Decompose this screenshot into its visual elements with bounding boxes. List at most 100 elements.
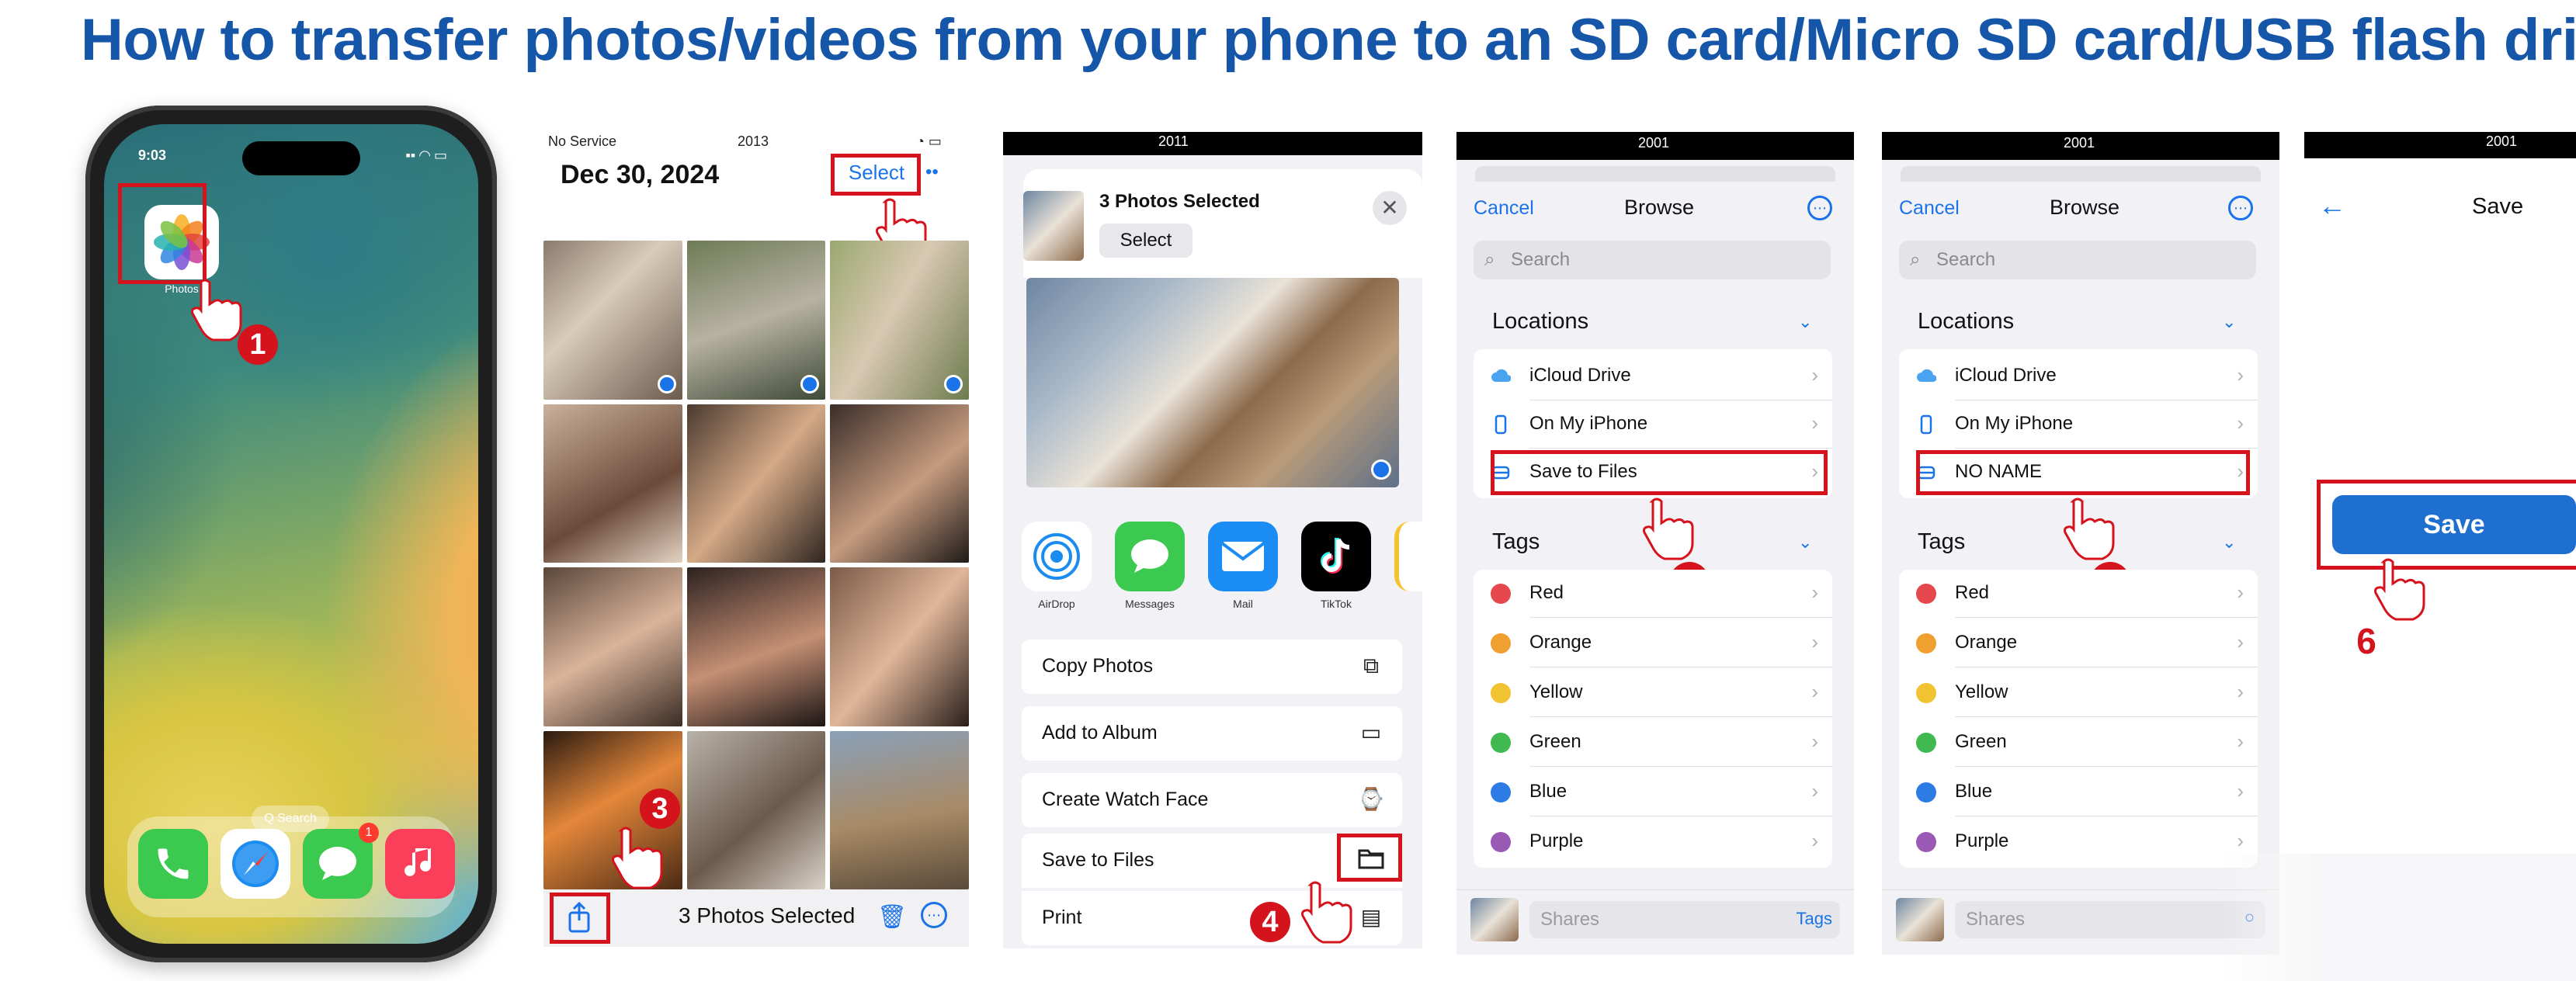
selected-check-icon <box>657 374 676 393</box>
photo-thumbnail[interactable] <box>830 404 969 563</box>
browse-bottom-bar: Shares Tags <box>1456 889 1854 948</box>
status-icons: ▪▪ ◠ ▭ <box>405 147 447 163</box>
messages-icon[interactable] <box>1115 522 1185 591</box>
file-thumbnail <box>1470 898 1519 941</box>
tap-hand-icon <box>191 279 242 341</box>
chevron-down-icon[interactable]: ⌄ <box>2222 312 2236 332</box>
tag-label: Yellow <box>1955 681 2008 702</box>
tag-item[interactable]: Green › <box>1474 719 1832 767</box>
search-icon: ⌕ <box>1910 249 1921 270</box>
phone-icon[interactable] <box>138 829 208 899</box>
search-input[interactable]: ⌕ Search <box>1474 241 1831 279</box>
tag-item[interactable]: Purple › <box>1474 818 1832 866</box>
filename-text: Shares <box>1966 909 2026 930</box>
highlight-select <box>831 154 921 196</box>
location-item[interactable]: On My iPhone › <box>1474 400 1832 449</box>
action-label: Add to Album <box>1042 722 1158 744</box>
tag-item[interactable]: Orange › <box>1474 619 1832 667</box>
chevron-down-icon[interactable]: ⌄ <box>1798 532 1812 553</box>
highlight-save-to-files-icon <box>1337 834 1402 882</box>
location-item[interactable]: On My iPhone › <box>1899 400 2258 449</box>
locations-heading: Locations <box>1918 309 2015 334</box>
music-icon[interactable] <box>385 829 455 899</box>
trash-icon[interactable]: 🗑 <box>877 903 907 931</box>
share-sheet-title: 3 Photos Selected <box>1099 191 1260 212</box>
action-copy-photos[interactable]: Copy Photos ⧉ <box>1022 640 1402 694</box>
status-bar: 2001 <box>1882 132 2279 160</box>
selected-check-icon <box>1371 459 1391 480</box>
filename-field[interactable]: Shares Tags <box>1529 901 1840 938</box>
tag-color-dot <box>1491 683 1511 703</box>
action-create-watch-face[interactable]: Create Watch Face ⌚ <box>1022 773 1402 827</box>
action-label: Save to Files <box>1042 849 1154 871</box>
photo-thumbnail[interactable] <box>543 241 682 400</box>
photo-thumbnail[interactable] <box>543 567 682 726</box>
chevron-down-icon[interactable]: ⌄ <box>1798 312 1812 332</box>
tag-label: Blue <box>1955 781 1993 802</box>
highlight-save-to-files <box>1491 450 1828 495</box>
close-icon[interactable]: ✕ <box>1373 191 1407 225</box>
share-preview-photo <box>1026 278 1399 487</box>
photo-thumbnail[interactable] <box>686 567 826 726</box>
tag-color-dot <box>1916 633 1936 653</box>
chevron-down-icon[interactable]: ⌄ <box>2222 532 2236 553</box>
cancel-button[interactable]: Cancel <box>1899 197 1960 220</box>
tags-link[interactable]: Tags <box>1797 909 1832 929</box>
status-bar: 2011 <box>1003 132 1422 155</box>
photo-thumbnail[interactable] <box>830 241 969 400</box>
share-select-button[interactable]: Select <box>1099 224 1193 258</box>
tag-color-dot <box>1916 832 1936 852</box>
location-item[interactable]: iCloud Drive › <box>1474 352 1832 400</box>
tag-item[interactable]: Purple › <box>1899 818 2258 866</box>
selection-thumbnail <box>1023 191 1084 261</box>
tag-color-dot <box>1491 633 1511 653</box>
tag-item[interactable]: Blue › <box>1899 768 2258 816</box>
photo-thumbnail[interactable] <box>830 730 969 889</box>
more-options-icon[interactable]: ⋯ <box>2228 196 2253 220</box>
browse-title: Browse <box>2050 196 2120 219</box>
location-item[interactable]: iCloud Drive › <box>1899 352 2258 400</box>
library-date: Dec 30, 2024 <box>561 160 720 189</box>
chevron-right-icon: › <box>1811 411 1818 435</box>
share-app-label: AirDrop <box>1038 598 1075 610</box>
share-app-label: TikTok <box>1321 598 1352 610</box>
share-app-label: Mail <box>1233 598 1253 610</box>
tag-color-dot <box>1491 733 1511 753</box>
photo-thumbnail[interactable] <box>543 404 682 563</box>
airdrop-icon[interactable] <box>1022 522 1092 591</box>
mail-icon[interactable] <box>1208 522 1278 591</box>
tag-item[interactable]: Red › <box>1474 570 1832 618</box>
save-button[interactable]: Save <box>2332 495 2576 554</box>
messages-icon[interactable]: 1 <box>303 823 379 899</box>
more-apps-icon[interactable] <box>1394 522 1422 591</box>
dock: 1 <box>127 816 455 917</box>
photo-thumbnail[interactable] <box>686 730 826 889</box>
filename-field[interactable]: Shares○ <box>1955 901 2265 938</box>
tag-item[interactable]: Green › <box>1899 719 2258 767</box>
tag-item[interactable]: Blue › <box>1474 768 1832 816</box>
action-label: Create Watch Face <box>1042 789 1209 810</box>
chevron-right-icon: › <box>2237 730 2244 753</box>
more-button[interactable]: •• <box>925 161 939 183</box>
location-label: On My iPhone <box>1529 413 1648 434</box>
status-time: 2011 <box>1158 133 1189 149</box>
photo-thumbnail[interactable] <box>686 404 826 563</box>
tag-item[interactable]: Yellow › <box>1899 669 2258 717</box>
photo-thumbnail[interactable] <box>686 241 826 400</box>
more-options-icon[interactable]: ⋯ <box>1807 196 1832 220</box>
cancel-button[interactable]: Cancel <box>1474 197 1534 220</box>
tap-hand-icon <box>1301 881 1352 944</box>
action-add-to-album[interactable]: Add to Album ▭ <box>1022 706 1402 761</box>
tags-list: Red › Orange › Yellow › Green › Blue › Purple… <box>1474 570 1832 868</box>
tag-item[interactable]: Yellow › <box>1474 669 1832 717</box>
more-icon[interactable]: ⋯ <box>921 902 947 928</box>
tiktok-icon[interactable] <box>1301 522 1371 591</box>
tag-item[interactable]: Red › <box>1899 570 2258 618</box>
photo-thumbnail[interactable] <box>830 567 969 726</box>
safari-icon[interactable] <box>220 829 290 899</box>
status-time: 2001 <box>2064 135 2095 151</box>
back-arrow-icon[interactable]: ← <box>2318 189 2346 222</box>
tag-item[interactable]: Orange › <box>1899 619 2258 667</box>
search-input[interactable]: ⌕ Search <box>1899 241 2256 279</box>
chevron-right-icon: › <box>2237 411 2244 435</box>
